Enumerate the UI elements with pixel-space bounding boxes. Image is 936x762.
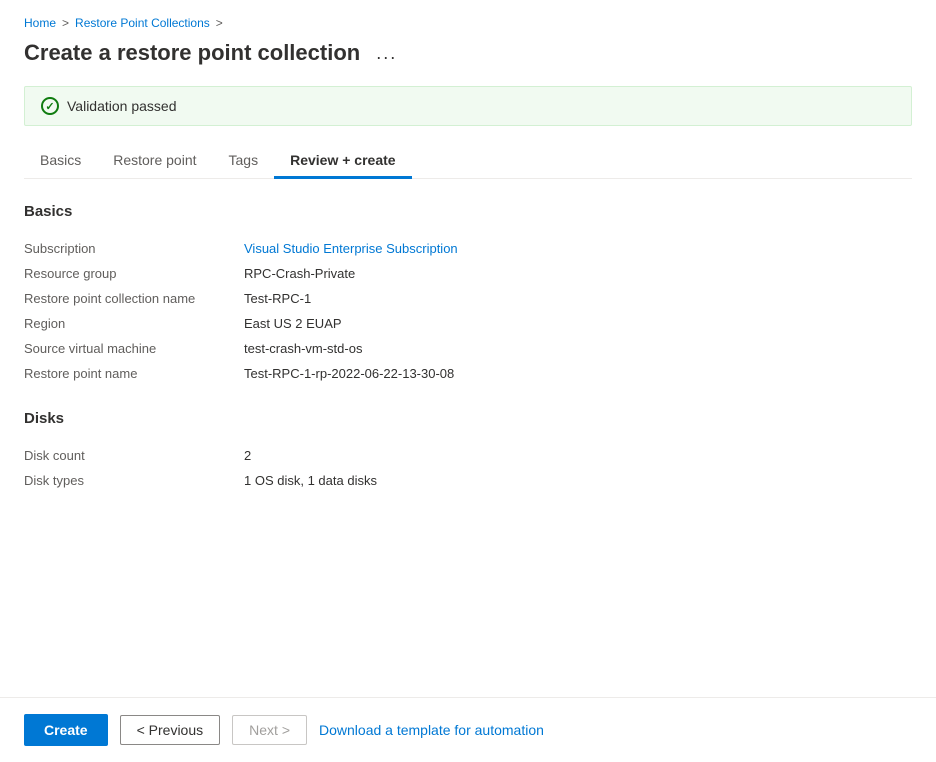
tab-tags[interactable]: Tags xyxy=(213,144,275,179)
next-button[interactable]: Next > xyxy=(232,715,307,745)
basics-section-title: Basics xyxy=(24,203,912,220)
tab-restore-point[interactable]: Restore point xyxy=(97,144,212,179)
label-disk-count: Disk count xyxy=(24,443,244,468)
page-title: Create a restore point collection xyxy=(24,40,360,66)
breadcrumb-collections[interactable]: Restore Point Collections xyxy=(75,16,210,30)
value-disk-count: 2 xyxy=(244,443,912,468)
footer: Create < Previous Next > Download a temp… xyxy=(0,697,936,762)
basics-details-grid: Subscription Visual Studio Enterprise Su… xyxy=(24,236,912,386)
breadcrumb-separator-2: > xyxy=(216,16,223,30)
more-options-button[interactable]: ... xyxy=(370,41,403,66)
label-resource-group: Resource group xyxy=(24,261,244,286)
tab-review-create[interactable]: Review + create xyxy=(274,144,411,179)
value-region: East US 2 EUAP xyxy=(244,311,912,336)
validation-check-icon xyxy=(41,97,59,115)
label-disk-types: Disk types xyxy=(24,468,244,493)
download-template-link[interactable]: Download a template for automation xyxy=(319,716,544,744)
label-restore-point-name: Restore point name xyxy=(24,361,244,386)
tabs-container: Basics Restore point Tags Review + creat… xyxy=(24,144,912,179)
value-resource-group: RPC-Crash-Private xyxy=(244,261,912,286)
value-restore-point-name: Test-RPC-1-rp-2022-06-22-13-30-08 xyxy=(244,361,912,386)
label-subscription: Subscription xyxy=(24,236,244,261)
label-source-vm: Source virtual machine xyxy=(24,336,244,361)
value-source-vm: test-crash-vm-std-os xyxy=(244,336,912,361)
value-disk-types: 1 OS disk, 1 data disks xyxy=(244,468,912,493)
disks-section-title: Disks xyxy=(24,410,912,427)
validation-message: Validation passed xyxy=(67,98,176,114)
disks-section: Disks Disk count 2 Disk types 1 OS disk,… xyxy=(24,410,912,493)
breadcrumb-home[interactable]: Home xyxy=(24,16,56,30)
breadcrumb: Home > Restore Point Collections > xyxy=(24,16,912,30)
basics-section: Basics Subscription Visual Studio Enterp… xyxy=(24,203,912,386)
value-collection-name: Test-RPC-1 xyxy=(244,286,912,311)
breadcrumb-separator-1: > xyxy=(62,16,69,30)
label-collection-name: Restore point collection name xyxy=(24,286,244,311)
page-title-row: Create a restore point collection ... xyxy=(24,40,912,66)
create-button[interactable]: Create xyxy=(24,714,108,746)
label-region: Region xyxy=(24,311,244,336)
value-subscription[interactable]: Visual Studio Enterprise Subscription xyxy=(244,236,912,261)
tab-basics[interactable]: Basics xyxy=(24,144,97,179)
validation-banner: Validation passed xyxy=(24,86,912,126)
disks-details-grid: Disk count 2 Disk types 1 OS disk, 1 dat… xyxy=(24,443,912,493)
previous-button[interactable]: < Previous xyxy=(120,715,221,745)
